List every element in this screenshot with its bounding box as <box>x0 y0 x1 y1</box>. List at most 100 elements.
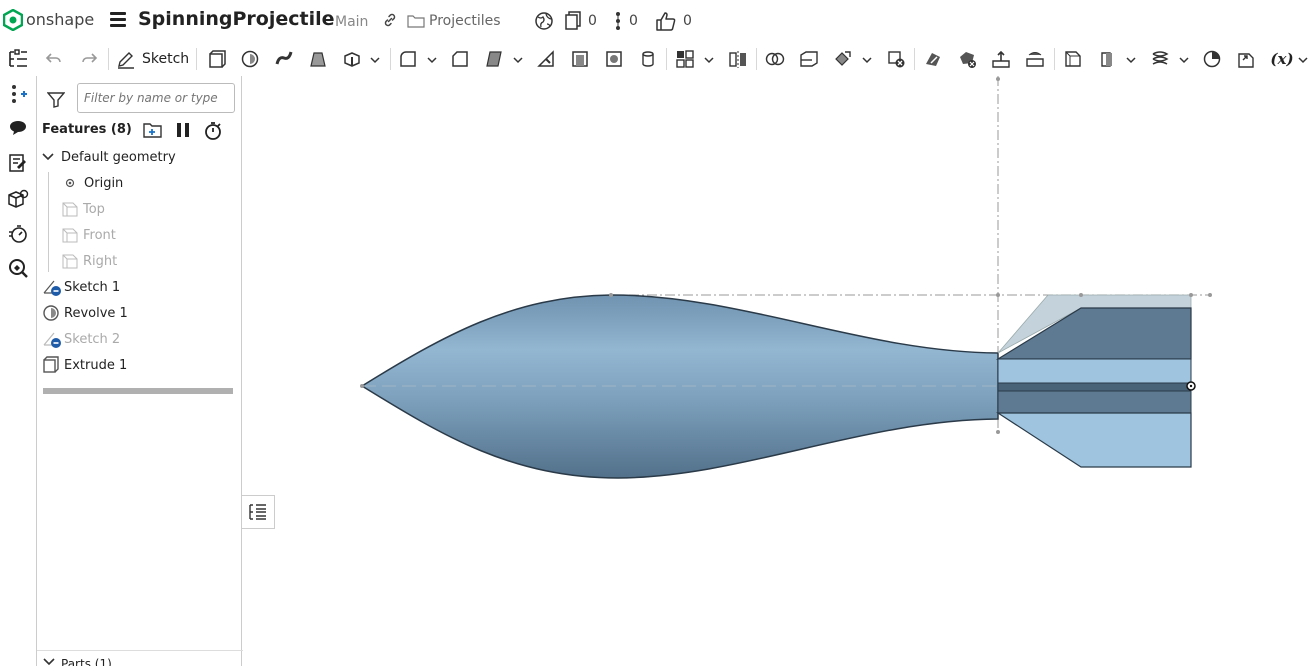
mate-connector-icon[interactable] <box>1094 46 1120 72</box>
construction-point <box>1079 293 1083 297</box>
variable-button[interactable]: (x) <box>1267 46 1297 72</box>
chevron-down-icon[interactable] <box>1179 55 1189 65</box>
chevron-down-icon[interactable] <box>43 657 55 666</box>
features-heading: Features (8) <box>42 122 132 137</box>
cylinder-icon[interactable] <box>635 46 661 72</box>
hole-icon[interactable] <box>601 46 627 72</box>
tree-item-front-plane[interactable]: Front <box>37 223 237 247</box>
branches-count[interactable]: 0 <box>613 11 638 31</box>
extrude-icon <box>43 356 59 373</box>
undo-icon[interactable] <box>41 46 67 72</box>
tree-item-sketch-1[interactable]: Sketch 1 <box>37 275 237 299</box>
insert-icon[interactable] <box>6 82 30 106</box>
feature-filter-input[interactable] <box>77 83 235 113</box>
sketch-button[interactable]: Sketch <box>116 46 189 72</box>
draft-icon[interactable] <box>481 46 507 72</box>
transform-icon[interactable] <box>830 46 856 72</box>
left-sidebar <box>0 42 36 666</box>
construction-point <box>996 293 1000 297</box>
model-view[interactable] <box>243 76 1308 666</box>
folder-breadcrumb[interactable]: Projectiles <box>407 13 501 29</box>
sweep-icon[interactable] <box>271 46 297 72</box>
chevron-down-icon[interactable] <box>513 55 523 65</box>
link-icon[interactable] <box>382 12 398 32</box>
onshape-logo-icon[interactable] <box>2 8 24 32</box>
filter-icon[interactable] <box>46 92 66 112</box>
split-icon[interactable] <box>796 46 822 72</box>
move-face-icon[interactable] <box>988 46 1014 72</box>
thicken-icon[interactable] <box>339 46 365 72</box>
helix-icon[interactable] <box>1147 46 1173 72</box>
chamfer-icon[interactable] <box>447 46 473 72</box>
toolbar-divider <box>196 48 197 70</box>
toolbar-divider <box>108 48 109 70</box>
boolean-icon[interactable] <box>762 46 788 72</box>
loft-icon[interactable] <box>305 46 331 72</box>
rib-icon[interactable] <box>533 46 559 72</box>
add-folder-icon[interactable] <box>143 121 163 143</box>
tree-item-extrude-1[interactable]: Extrude 1 <box>37 353 237 377</box>
replace-face-icon[interactable] <box>1022 46 1048 72</box>
derived-icon[interactable] <box>1233 46 1259 72</box>
chevron-down-icon[interactable] <box>1298 55 1308 65</box>
fin-lower-side[interactable] <box>997 390 1192 414</box>
measure-icon[interactable] <box>1199 46 1225 72</box>
tail-center-shaft[interactable] <box>997 382 1192 392</box>
shell-icon[interactable] <box>567 46 593 72</box>
mirror-icon[interactable] <box>725 46 751 72</box>
timer-icon[interactable] <box>6 222 30 246</box>
tree-item-right-plane[interactable]: Right <box>37 249 237 273</box>
tree-item-revolve-1[interactable]: Revolve 1 <box>37 301 237 325</box>
public-globe-icon[interactable] <box>534 11 554 31</box>
extrude-icon[interactable] <box>203 46 229 72</box>
construction-point <box>1208 293 1212 297</box>
graphics-viewport[interactable] <box>243 76 1308 666</box>
chevron-down-icon[interactable] <box>1126 55 1136 65</box>
tree-item-origin[interactable]: Origin <box>37 171 237 195</box>
plane-icon[interactable] <box>1060 46 1086 72</box>
branch-name[interactable]: Main <box>335 14 368 30</box>
default-geometry-label: Default geometry <box>61 149 176 165</box>
toolbar-divider <box>1054 48 1055 70</box>
analysis-icon[interactable] <box>6 256 30 280</box>
chevron-down-icon[interactable] <box>862 55 872 65</box>
menu-icon[interactable] <box>110 12 126 28</box>
fin-bottom[interactable] <box>995 412 1192 468</box>
redo-icon[interactable] <box>76 46 102 72</box>
folder-icon <box>407 15 425 28</box>
rollback-pause-icon[interactable] <box>175 121 191 143</box>
parts-label: Parts (1) <box>61 657 112 666</box>
horizontal-scrollbar[interactable] <box>43 388 233 394</box>
thumbs-up-icon <box>656 12 676 31</box>
versions-icon <box>565 11 581 30</box>
document-title[interactable]: SpinningProjectile <box>138 8 335 30</box>
sketch-icon <box>43 280 61 296</box>
feature-list-icon[interactable] <box>6 47 30 71</box>
stopwatch-icon[interactable] <box>203 121 223 145</box>
modify-fillet-icon[interactable] <box>920 46 946 72</box>
toolbar-divider <box>666 48 667 70</box>
likes-count[interactable]: 0 <box>655 11 692 31</box>
delete-face-icon[interactable] <box>954 46 980 72</box>
delete-part-icon[interactable] <box>883 46 909 72</box>
toolbar-divider <box>390 48 391 70</box>
chevron-down-icon[interactable] <box>704 55 714 65</box>
chevron-down-icon[interactable] <box>370 55 380 65</box>
chevron-down-icon[interactable] <box>41 152 55 162</box>
revolve-icon[interactable] <box>237 46 263 72</box>
versions-count[interactable]: 0 <box>564 11 597 31</box>
pattern-icon[interactable] <box>672 46 698 72</box>
fin-upper-side[interactable] <box>997 358 1192 384</box>
plane-icon <box>62 228 78 243</box>
fillet-icon[interactable] <box>395 46 421 72</box>
tree-item-sketch-2[interactable]: Sketch 2 <box>37 327 237 351</box>
notes-icon[interactable] <box>6 151 30 175</box>
plane-icon <box>62 202 78 217</box>
parts-list-header[interactable]: Parts (1) <box>37 650 243 666</box>
parts-list-icon[interactable] <box>6 187 30 211</box>
default-geometry-folder[interactable]: Default geometry <box>37 145 237 169</box>
chevron-down-icon[interactable] <box>427 55 437 65</box>
comments-icon[interactable] <box>6 116 30 140</box>
tree-item-top-plane[interactable]: Top <box>37 197 237 221</box>
title-bar: onshape SpinningProjectile Main Projecti… <box>0 0 1308 42</box>
